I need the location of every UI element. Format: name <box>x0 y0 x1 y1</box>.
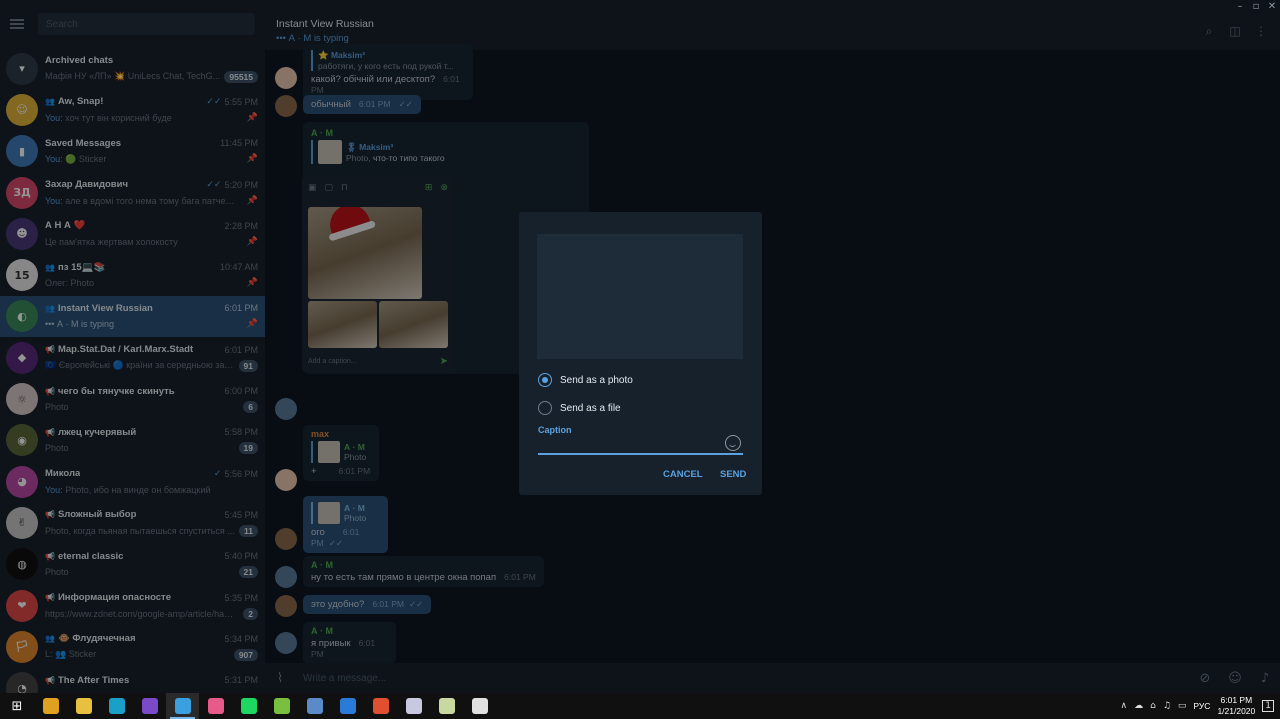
telegram-window: ▾Archived chatsМафія НУ «ЛП» 💥 UniLecs C… <box>0 0 1280 693</box>
radio-unselected-icon <box>538 401 552 415</box>
taskbar-app-files[interactable] <box>67 693 100 719</box>
caption-input[interactable] <box>538 435 743 455</box>
clock[interactable]: 6:01 PM 1/21/2020 <box>1217 695 1255 717</box>
window-controls: – ▫ ✕ <box>1232 0 1280 14</box>
radio-selected-icon <box>538 373 552 387</box>
clock-date: 1/21/2020 <box>1217 706 1256 716</box>
volume-icon[interactable]: ♫ <box>1163 701 1171 711</box>
taskbar-app-visual-studio[interactable] <box>133 693 166 719</box>
minimize-icon[interactable]: – <box>1232 0 1248 14</box>
language-indicator[interactable]: РУС <box>1193 701 1210 711</box>
taskbar-app-photos[interactable] <box>463 693 496 719</box>
tray-chevron-icon[interactable]: ∧ <box>1121 701 1128 711</box>
send-as-photo-option[interactable]: Send as a photo <box>538 373 633 387</box>
close-window-icon[interactable]: ✕ <box>1264 0 1280 14</box>
send-button[interactable]: SEND <box>720 469 746 480</box>
taskbar-app-webstorm[interactable] <box>100 693 133 719</box>
visual-studio-icon <box>141 698 158 714</box>
taskbar-app-paint[interactable] <box>397 693 430 719</box>
battery-icon[interactable]: ▭ <box>1178 701 1187 711</box>
cancel-button[interactable]: CANCEL <box>663 469 703 480</box>
edge-icon <box>339 698 356 714</box>
taskbar-app-git[interactable] <box>364 693 397 719</box>
spotify-icon <box>240 698 257 714</box>
network-icon[interactable]: ⌂ <box>1150 701 1156 711</box>
notifications-icon[interactable]: 1 <box>1262 700 1274 712</box>
maximize-icon[interactable]: ▫ <box>1248 0 1264 14</box>
app-tools-icon <box>438 698 455 714</box>
system-tray: ∧ ☁ ⌂ ♫ ▭ РУС 6:01 PM 1/21/2020 1 <box>1121 693 1280 719</box>
image-preview <box>537 234 743 359</box>
emoji-icon[interactable] <box>725 435 741 451</box>
taskbar-app-chrome[interactable] <box>34 693 67 719</box>
chrome-icon <box>42 698 59 714</box>
taskbar-app-app-tools[interactable] <box>430 693 463 719</box>
webstorm-icon <box>108 698 125 714</box>
windows-taskbar: ⊞ ∧ ☁ ⌂ ♫ ▭ РУС 6:01 PM 1/21/2020 1 <box>0 693 1280 719</box>
windows-start-icon[interactable]: ⊞ <box>0 699 34 714</box>
send-as-file-option[interactable]: Send as a file <box>538 401 621 415</box>
taskbar-app-telegram[interactable] <box>166 693 199 719</box>
app-window-icon <box>306 698 323 714</box>
taskbar-app-app-pink[interactable] <box>199 693 232 719</box>
android-icon <box>273 698 290 714</box>
telegram-icon <box>174 698 191 714</box>
send-as-file-label: Send as a file <box>560 402 621 414</box>
app-pink-icon <box>207 698 224 714</box>
git-icon <box>372 698 389 714</box>
taskbar-app-android[interactable] <box>265 693 298 719</box>
paint-icon <box>405 698 422 714</box>
files-icon <box>75 698 92 714</box>
taskbar-app-spotify[interactable] <box>232 693 265 719</box>
photos-icon <box>471 698 488 714</box>
clock-time: 6:01 PM <box>1220 695 1253 705</box>
send-photo-dialog: Send as a photo Send as a file Caption C… <box>519 212 762 495</box>
cloud-icon[interactable]: ☁ <box>1134 701 1143 711</box>
taskbar-app-edge[interactable] <box>331 693 364 719</box>
send-as-photo-label: Send as a photo <box>560 374 633 386</box>
taskbar-apps <box>34 693 496 719</box>
taskbar-app-app-window[interactable] <box>298 693 331 719</box>
caption-label: Caption <box>538 425 572 435</box>
